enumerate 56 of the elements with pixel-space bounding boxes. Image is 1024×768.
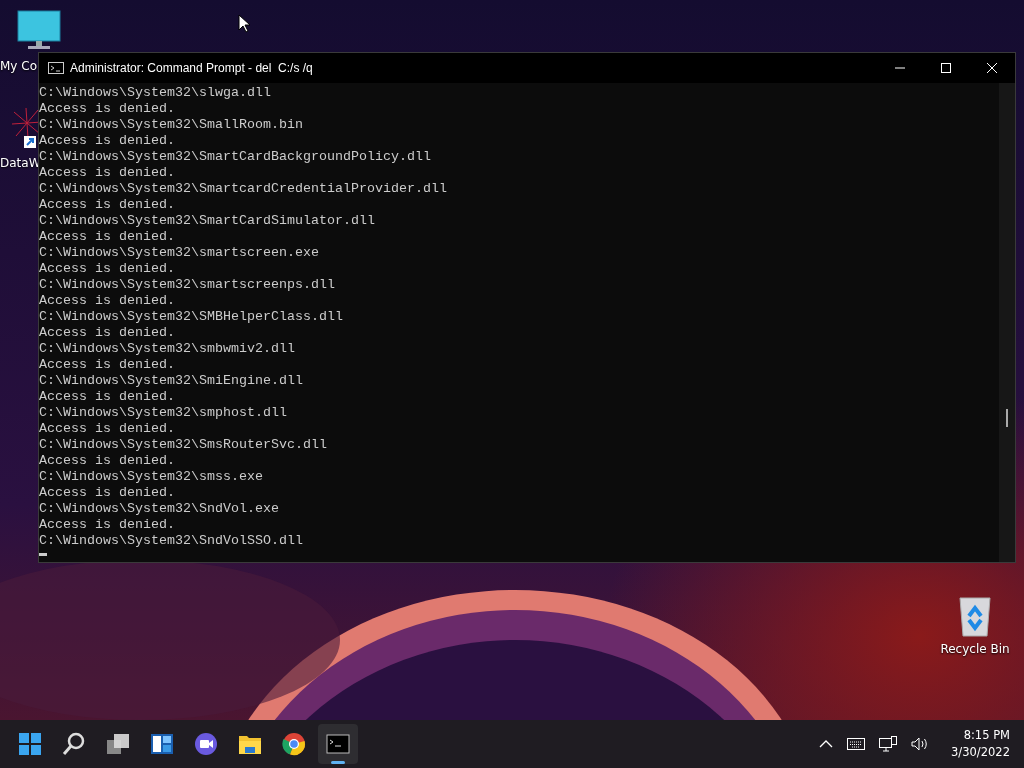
console-line: C:\Windows\System32\smphost.dll bbox=[39, 405, 287, 421]
console-line: Access is denied. bbox=[39, 517, 175, 533]
console-line: Access is denied. bbox=[39, 389, 175, 405]
keyboard-icon[interactable] bbox=[847, 738, 866, 750]
monitor-icon bbox=[16, 10, 62, 52]
console-line: C:\Windows\System32\SndVol.exe bbox=[39, 501, 279, 517]
widgets-icon bbox=[150, 732, 174, 756]
console-line: C:\Windows\System32\SmallRoom.bin bbox=[39, 117, 303, 133]
console-line: C:\Windows\System32\SMBHelperClass.dll bbox=[39, 309, 343, 325]
console-line: Access is denied. bbox=[39, 357, 175, 373]
window-title: Administrator: Command Prompt - del C:/s /q bbox=[70, 61, 314, 75]
chevron-up-icon[interactable] bbox=[819, 739, 834, 749]
console-icon bbox=[326, 732, 350, 756]
console-line: C:\Windows\System32\SmiEngine.dll bbox=[39, 373, 303, 389]
clock-time: 8:15 PM bbox=[963, 727, 1010, 744]
console-line: C:\Windows\System32\SndVolSSO.dll bbox=[39, 533, 303, 549]
console-line: Access is denied. bbox=[39, 325, 175, 341]
windows-stack-icon bbox=[106, 732, 130, 756]
close-icon bbox=[987, 63, 997, 73]
video-chat-icon bbox=[194, 732, 218, 756]
search-icon bbox=[62, 732, 86, 756]
recycle-bin-icon bbox=[957, 596, 993, 638]
text-cursor bbox=[39, 553, 47, 556]
speaker-icon[interactable] bbox=[911, 737, 930, 751]
console-line: C:\Windows\System32\smbwmiv2.dll bbox=[39, 341, 295, 357]
console-line: Access is denied. bbox=[39, 229, 175, 245]
console-line: Access is denied. bbox=[39, 261, 175, 277]
console-line: C:\Windows\System32\smss.exe bbox=[39, 469, 263, 485]
icon-label: Recycle Bin bbox=[940, 642, 1010, 656]
console-line: C:\Windows\System32\slwga.dll bbox=[39, 85, 271, 101]
scrollbar-thumb[interactable] bbox=[1006, 409, 1008, 427]
console-line: Access is denied. bbox=[39, 421, 175, 437]
start-icon bbox=[18, 732, 42, 756]
browser-icon bbox=[282, 732, 306, 756]
mouse-pointer-icon bbox=[238, 14, 250, 33]
console-line: Access is denied. bbox=[39, 133, 175, 149]
console-line: C:\Windows\System32\SmsRouterSvc.dll bbox=[39, 437, 327, 453]
console-line: C:\Windows\System32\smartscreenps.dll bbox=[39, 277, 335, 293]
console-line: Access is denied. bbox=[39, 293, 175, 309]
console-line: Access is denied. bbox=[39, 453, 175, 469]
maximize-icon bbox=[941, 63, 951, 73]
console-line: C:\Windows\System32\SmartCardBackgroundPolicy.dll bbox=[39, 149, 431, 165]
clock-date: 3/30/2022 bbox=[951, 744, 1010, 761]
console-line: C:\Windows\System32\SmartCardSimulator.dll bbox=[39, 213, 375, 229]
console-line: C:\Windows\System32\SmartcardCredentialProvider.dll bbox=[39, 181, 447, 197]
console-icon bbox=[48, 62, 64, 74]
scrollbar[interactable] bbox=[999, 83, 1015, 562]
clock[interactable]: 8:15 PM 3/30/2022 bbox=[951, 727, 1010, 761]
network-icon[interactable] bbox=[879, 736, 898, 752]
console-line: Access is denied. bbox=[39, 165, 175, 181]
console-line: C:\Windows\System32\smartscreen.exe bbox=[39, 245, 319, 261]
taskbar-button[interactable] bbox=[318, 724, 358, 764]
console-line: Access is denied. bbox=[39, 197, 175, 213]
console-line: Access is denied. bbox=[39, 485, 175, 501]
console-line: Access is denied. bbox=[39, 101, 175, 117]
icon-label: My Co bbox=[0, 59, 37, 73]
